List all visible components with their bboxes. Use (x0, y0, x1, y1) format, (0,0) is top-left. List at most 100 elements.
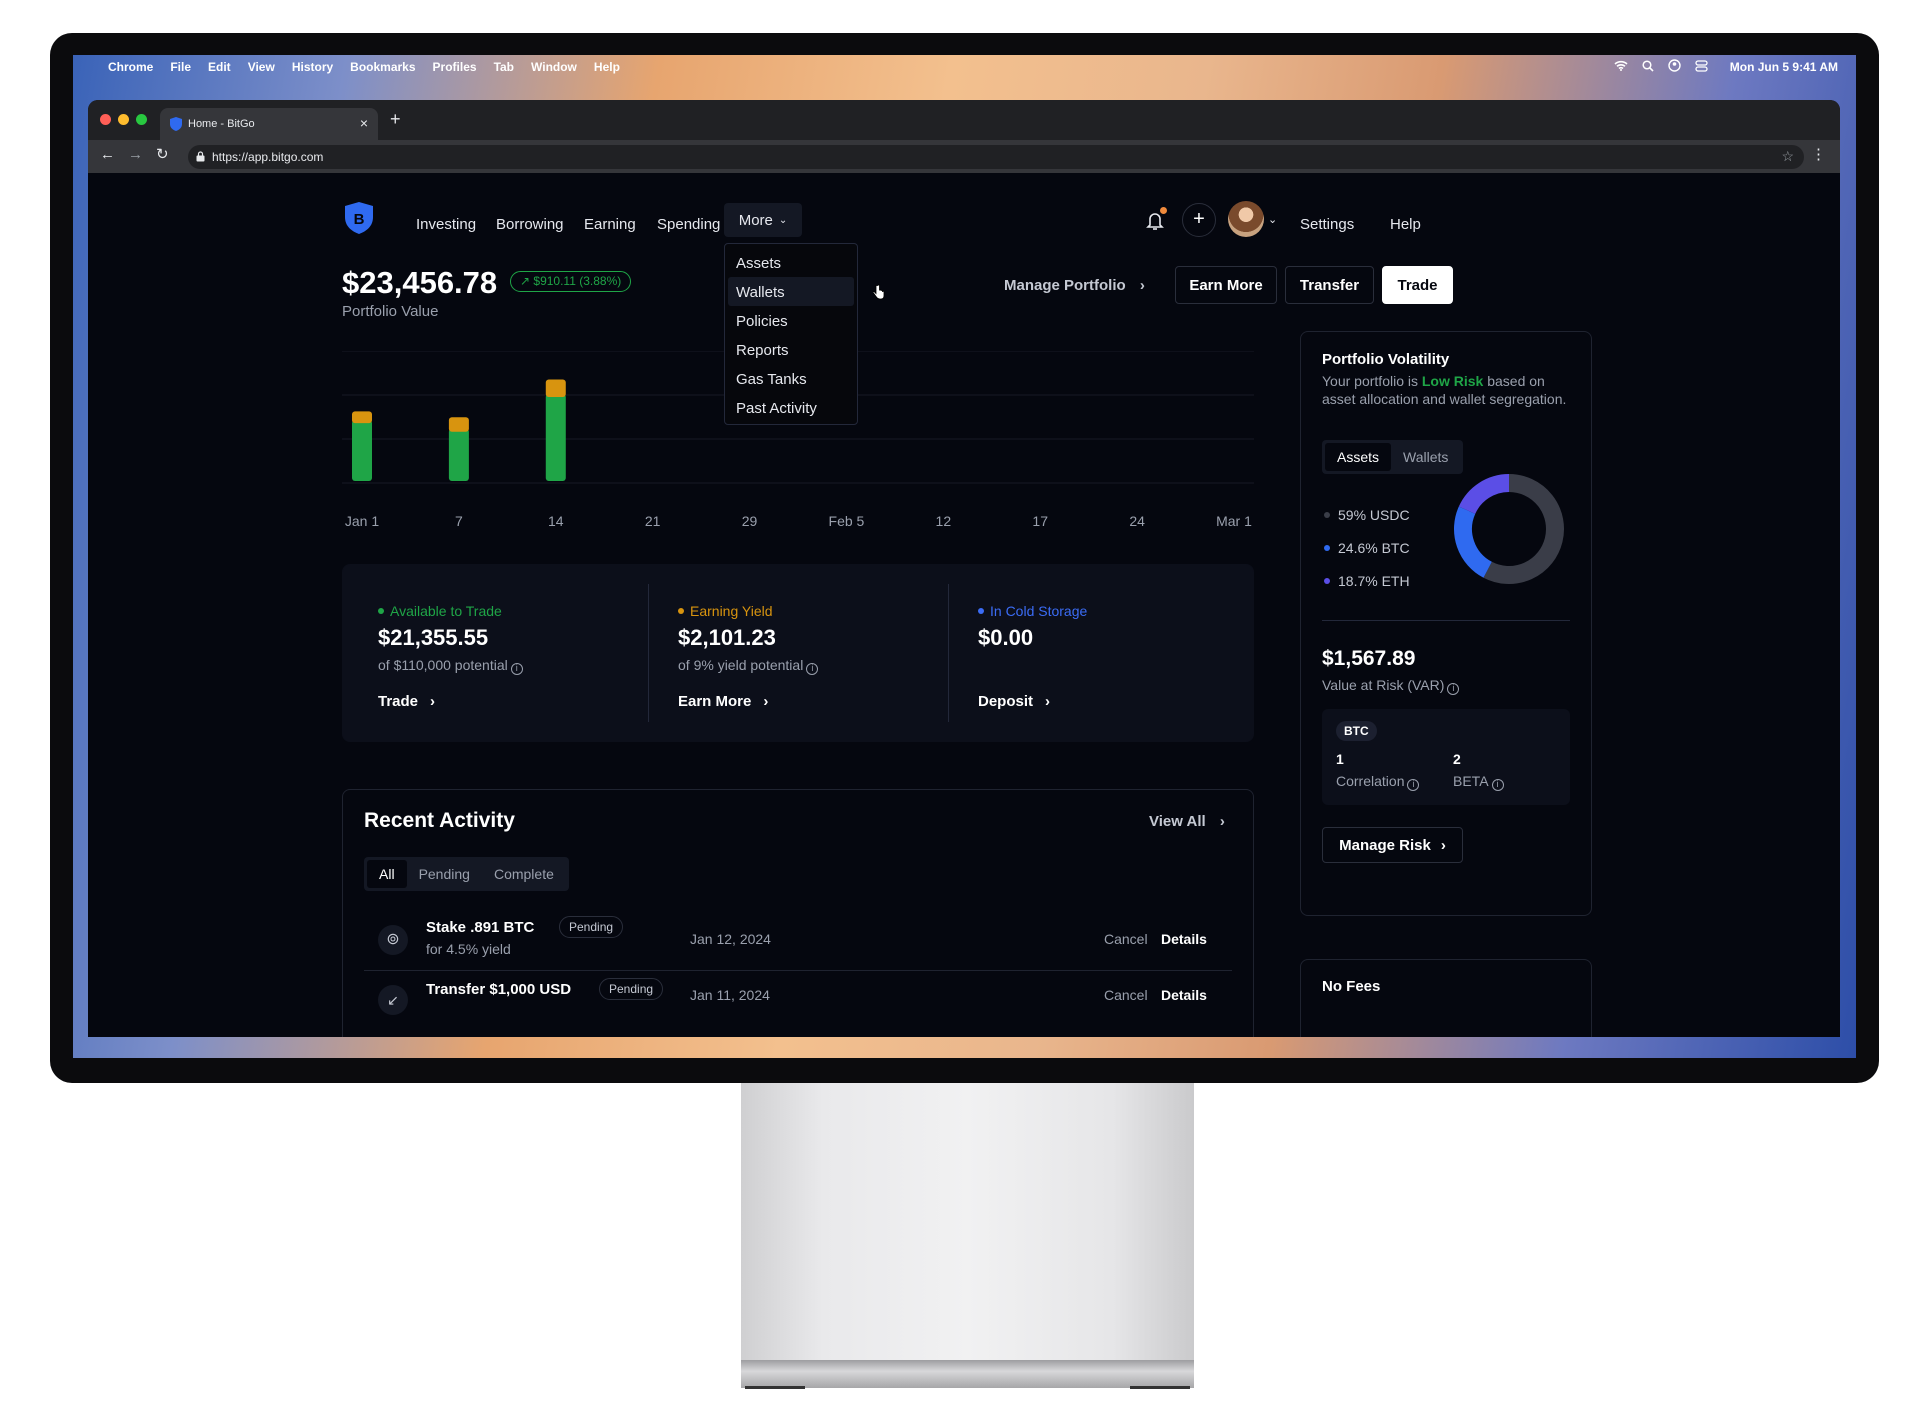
avatar[interactable] (1228, 201, 1264, 237)
transfer-button[interactable]: Transfer (1285, 266, 1374, 304)
nav-spending[interactable]: Spending (657, 216, 720, 233)
cancel-button[interactable]: Cancel (1104, 931, 1148, 947)
tab-title: Home - BitGo (188, 118, 255, 130)
avatar-chevron-down-icon[interactable]: ⌄ (1268, 213, 1277, 226)
activity-row[interactable]: ⊚ Stake .891 BTC Pending for 4.5% yield … (364, 913, 1232, 971)
cancel-button[interactable]: Cancel (1104, 987, 1148, 1003)
nav-borrowing[interactable]: Borrowing (496, 216, 564, 233)
dropdown-item-gas-tanks[interactable]: Gas Tanks (728, 364, 854, 393)
info-icon[interactable]: i (806, 663, 819, 675)
clock[interactable]: Mon Jun 5 9:41 AM (1730, 60, 1838, 74)
activity-date: Jan 11, 2024 (690, 987, 770, 1003)
beta-label-row: BETA i (1453, 773, 1504, 791)
bar-segment[interactable] (352, 411, 372, 424)
trade-link[interactable]: Trade › (378, 693, 523, 710)
allocation-legend: 59% USDC 24.6% BTC 18.7% ETH (1324, 507, 1410, 606)
bar-segment[interactable] (545, 394, 566, 481)
search-icon[interactable] (1642, 59, 1654, 75)
bitgo-favicon-icon (170, 117, 182, 134)
donut-slice[interactable] (1458, 474, 1510, 515)
donut-slice[interactable] (1454, 506, 1493, 578)
manage-risk-button[interactable]: Manage Risk › (1322, 827, 1463, 863)
forward-icon[interactable]: → (128, 146, 143, 163)
menu-chrome[interactable]: Chrome (108, 60, 153, 74)
menu-history[interactable]: History (292, 60, 333, 74)
earn-more-link-label: Earn More (678, 693, 752, 710)
tab-all[interactable]: All (367, 860, 407, 888)
manage-portfolio-link[interactable]: Manage Portfolio › (1004, 277, 1145, 294)
stat-available-to-trade: Available to Trade $21,355.55 of $110,00… (378, 603, 523, 710)
info-icon[interactable]: i (1491, 779, 1504, 791)
status-badge: Pending (559, 916, 624, 938)
activity-row[interactable]: ↙ Transfer $1,000 USD Pending Jan 11, 20… (364, 975, 1232, 1033)
earn-more-button[interactable]: Earn More (1175, 266, 1277, 304)
menu-view[interactable]: View (248, 60, 275, 74)
info-icon[interactable]: i (1407, 779, 1420, 791)
recent-activity-title: Recent Activity (364, 809, 515, 832)
menu-tab[interactable]: Tab (494, 60, 514, 74)
earn-more-link[interactable]: Earn More › (678, 693, 818, 710)
address-bar[interactable]: https://app.bitgo.com ☆ (188, 145, 1804, 169)
bar-segment[interactable] (352, 420, 372, 481)
bar-segment[interactable] (448, 417, 469, 432)
add-button[interactable]: + (1182, 203, 1216, 237)
activity-sub: for 4.5% yield (426, 941, 511, 957)
tab-close-icon[interactable]: × (360, 115, 368, 131)
menu-window[interactable]: Window (531, 60, 577, 74)
menu-file[interactable]: File (170, 60, 191, 74)
activity-title: Transfer $1,000 USD (426, 981, 572, 998)
nav-more-button[interactable]: More ⌄ (724, 203, 802, 237)
tab-pending[interactable]: Pending (407, 860, 482, 888)
bitgo-logo-icon[interactable]: B (344, 201, 374, 240)
dropdown-item-past-activity[interactable]: Past Activity (728, 393, 854, 422)
back-icon[interactable]: ← (100, 146, 115, 163)
zoom-window-button[interactable] (136, 114, 147, 125)
view-all-link[interactable]: View All › (1149, 813, 1225, 830)
tab-assets[interactable]: Assets (1325, 443, 1392, 471)
chevron-right-icon: › (1440, 836, 1446, 854)
dropdown-item-policies[interactable]: Policies (728, 306, 854, 335)
details-button[interactable]: Details (1161, 987, 1207, 1003)
details-button[interactable]: Details (1161, 931, 1207, 947)
control-center-icon[interactable] (1695, 59, 1708, 75)
dropdown-item-wallets[interactable]: Wallets (728, 277, 854, 306)
bell-icon[interactable] (1146, 211, 1164, 236)
correlation-label-row: Correlation i (1336, 773, 1420, 791)
minimize-window-button[interactable] (118, 114, 129, 125)
monitor-stand-base (741, 1360, 1194, 1388)
stat-sub: of $110,000 potential (378, 657, 508, 673)
nav-investing[interactable]: Investing (416, 216, 476, 233)
reload-icon[interactable]: ↻ (156, 145, 169, 163)
menu-help[interactable]: Help (594, 60, 620, 74)
legend-item-btc: 24.6% BTC (1324, 540, 1410, 573)
dropdown-item-assets[interactable]: Assets (728, 248, 854, 277)
close-window-button[interactable] (100, 114, 111, 125)
chevron-right-icon: › (1139, 277, 1145, 294)
bookmark-star-icon[interactable]: ☆ (1781, 148, 1794, 165)
menu-edit[interactable]: Edit (208, 60, 231, 74)
menu-profiles[interactable]: Profiles (433, 60, 477, 74)
browser-tab[interactable]: Home - BitGo × (160, 108, 378, 140)
user-switch-icon[interactable] (1668, 59, 1681, 75)
info-icon[interactable]: i (510, 663, 523, 675)
macos-menubar: Chrome File Edit View History Bookmarks … (73, 55, 1856, 79)
bar-segment[interactable] (448, 428, 469, 481)
bar-segment[interactable] (545, 379, 566, 398)
info-icon[interactable]: i (1447, 683, 1460, 695)
manage-portfolio-label: Manage Portfolio (1004, 277, 1126, 294)
deposit-link-label: Deposit (978, 693, 1034, 710)
tab-complete[interactable]: Complete (482, 860, 566, 888)
dropdown-item-reports[interactable]: Reports (728, 335, 854, 364)
legend-dot (1324, 578, 1330, 584)
donut-slice[interactable] (1483, 474, 1564, 584)
menu-bookmarks[interactable]: Bookmarks (350, 60, 415, 74)
nav-help[interactable]: Help (1390, 216, 1421, 233)
nav-settings[interactable]: Settings (1300, 216, 1354, 233)
nav-earning[interactable]: Earning (584, 216, 636, 233)
new-tab-icon[interactable]: + (390, 109, 401, 130)
wifi-icon[interactable] (1614, 60, 1628, 74)
kebab-menu-icon[interactable]: ⋮ (1811, 145, 1826, 163)
trade-button[interactable]: Trade (1382, 266, 1453, 304)
deposit-link[interactable]: Deposit › (978, 693, 1087, 710)
tab-wallets[interactable]: Wallets (1391, 443, 1460, 471)
